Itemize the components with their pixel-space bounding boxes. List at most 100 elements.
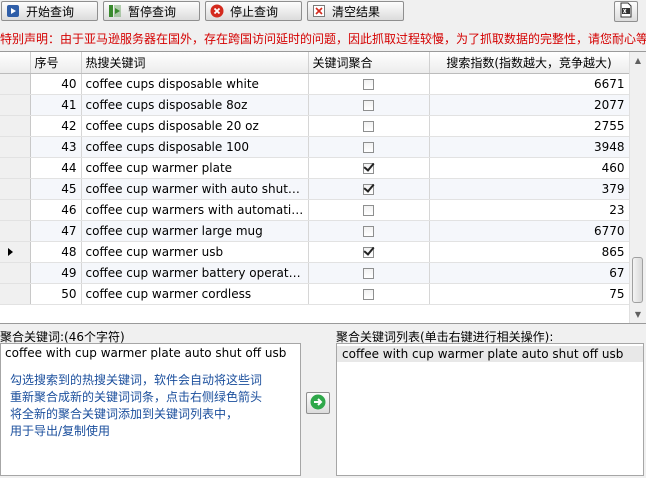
cell-seq: 40 [30, 73, 82, 95]
table-row[interactable]: 45 coffee cup warmer with auto shut off 37… [0, 178, 630, 200]
table-row[interactable]: 49 coffee cup warmer battery operated 67 [0, 262, 630, 284]
cell-seq: 49 [30, 262, 82, 284]
table-row[interactable]: 47 coffee cup warmer large mug 6770 [0, 220, 630, 242]
aggregate-checkbox[interactable] [363, 205, 374, 216]
cell-seq: 46 [30, 199, 82, 221]
cell-seq: 44 [30, 157, 82, 179]
aggregate-checkbox[interactable] [363, 142, 374, 153]
cell-aggregate [308, 199, 430, 221]
table-row[interactable]: 50 coffee cup warmer cordless 75 [0, 283, 630, 305]
pause-query-button[interactable]: 暂停查询 [103, 1, 200, 21]
list-item[interactable]: coffee with cup warmer plate auto shut o… [337, 346, 643, 362]
keyword-table: 序号 热搜关键词 关键词聚合 搜索指数(指数越大，竞争越大) 40 coffee … [0, 52, 630, 305]
export-excel-button[interactable] [614, 1, 638, 22]
aggregate-checkbox[interactable] [363, 226, 374, 237]
column-header-keyword[interactable]: 热搜关键词 [81, 52, 309, 74]
start-query-button[interactable]: 开始查询 [1, 1, 98, 21]
start-query-label: 开始查询 [26, 4, 75, 19]
cell-seq: 42 [30, 115, 82, 137]
table-row[interactable]: 41 coffee cups disposable 8oz 2077 [0, 94, 630, 116]
toolbar: 开始查询 暂停查询 停止查询 清空结果 [0, 0, 646, 24]
cell-seq: 47 [30, 220, 82, 242]
add-to-list-button[interactable] [306, 392, 330, 414]
vertical-scrollbar[interactable]: ▲ ▼ [629, 52, 646, 323]
cell-aggregate [308, 283, 430, 305]
row-selector[interactable] [0, 241, 31, 263]
row-selector[interactable] [0, 157, 31, 179]
cell-search-index: 3948 [429, 136, 630, 158]
row-selector[interactable] [0, 94, 31, 116]
notice-text: 特别声明：由于亚马逊服务器在国外，存在跨国访问延时的问题，因此抓取过程较慢，为了… [0, 32, 646, 46]
cell-search-index: 67 [429, 262, 630, 284]
aggregate-checkbox[interactable] [363, 163, 374, 174]
cell-aggregate [308, 157, 430, 179]
excel-export-icon [618, 2, 634, 21]
row-selector[interactable] [0, 136, 31, 158]
cell-seq: 41 [30, 94, 82, 116]
cell-aggregate [308, 136, 430, 158]
cell-seq: 48 [30, 241, 82, 263]
table-row[interactable]: 48 coffee cup warmer usb 865 [0, 241, 630, 263]
column-header-search-index[interactable]: 搜索指数(指数越大，竞争越大) [429, 52, 630, 74]
cell-aggregate [308, 73, 430, 95]
aggregate-checkbox[interactable] [363, 268, 374, 279]
cell-search-index: 379 [429, 178, 630, 200]
row-selector[interactable] [0, 115, 31, 137]
cell-search-index: 865 [429, 241, 630, 263]
table-row[interactable]: 46 coffee cup warmers with automatic s...… [0, 199, 630, 221]
pause-icon [108, 4, 122, 18]
cell-search-index: 6770 [429, 220, 630, 242]
cell-search-index: 2755 [429, 115, 630, 137]
keyword-grid: 序号 热搜关键词 关键词聚合 搜索指数(指数越大，竞争越大) 40 coffee … [0, 51, 646, 324]
aggregate-keyword-text: coffee with cup warmer plate auto shut o… [5, 346, 287, 360]
cell-aggregate [308, 220, 430, 242]
stop-query-label: 停止查询 [230, 4, 279, 19]
scroll-down-arrow-icon[interactable]: ▼ [630, 306, 646, 323]
clear-results-label: 清空结果 [332, 4, 381, 19]
cell-keyword: coffee cup warmer cordless [81, 283, 309, 305]
row-selector[interactable] [0, 199, 31, 221]
stop-query-button[interactable]: 停止查询 [205, 1, 302, 21]
cell-seq: 43 [30, 136, 82, 158]
row-selector[interactable] [0, 73, 31, 95]
stop-icon [210, 4, 224, 18]
row-selector[interactable] [0, 220, 31, 242]
row-selector[interactable] [0, 262, 31, 284]
aggregate-checkbox[interactable] [363, 289, 374, 300]
table-row[interactable]: 40 coffee cups disposable white 6671 [0, 73, 630, 95]
column-header-seq[interactable]: 序号 [30, 52, 82, 74]
keyword-list[interactable]: coffee with cup warmer plate auto shut o… [336, 343, 644, 476]
row-selector[interactable] [0, 283, 31, 305]
table-row[interactable]: 43 coffee cups disposable 100 3948 [0, 136, 630, 158]
cell-aggregate [308, 115, 430, 137]
aggregate-hint-text: 勾选搜索到的热搜关键词，软件会自动将这些词 重新聚合成新的关键词词条，点击右侧绿… [10, 373, 263, 438]
aggregate-keyword-textbox[interactable]: coffee with cup warmer plate auto shut o… [0, 343, 301, 476]
column-header-aggregate[interactable]: 关键词聚合 [308, 52, 430, 74]
cell-keyword: coffee cups disposable 20 oz [81, 115, 309, 137]
clear-icon [312, 4, 326, 18]
aggregate-checkbox[interactable] [363, 79, 374, 90]
cell-search-index: 23 [429, 199, 630, 221]
cell-aggregate [308, 241, 430, 263]
aggregate-checkbox[interactable] [363, 247, 374, 258]
clear-results-button[interactable]: 清空结果 [307, 1, 404, 21]
cell-keyword: coffee cup warmer with auto shut off [81, 178, 309, 200]
aggregate-checkbox[interactable] [363, 184, 374, 195]
aggregate-checkbox[interactable] [363, 100, 374, 111]
row-selector[interactable] [0, 178, 31, 200]
scrollbar-thumb[interactable] [632, 257, 643, 303]
pause-query-label: 暂停查询 [128, 4, 177, 19]
cell-keyword: coffee cups disposable 100 [81, 136, 309, 158]
current-row-pointer-icon [8, 248, 13, 256]
aggregate-checkbox[interactable] [363, 121, 374, 132]
cell-seq: 45 [30, 178, 82, 200]
green-arrow-right-icon [310, 394, 326, 413]
cell-keyword: coffee cup warmer large mug [81, 220, 309, 242]
table-row[interactable]: 44 coffee cup warmer plate 460 [0, 157, 630, 179]
cell-aggregate [308, 94, 430, 116]
table-row[interactable]: 42 coffee cups disposable 20 oz 2755 [0, 115, 630, 137]
cell-search-index: 2077 [429, 94, 630, 116]
scroll-up-arrow-icon[interactable]: ▲ [630, 52, 646, 69]
cell-keyword: coffee cup warmer usb [81, 241, 309, 263]
cell-search-index: 460 [429, 157, 630, 179]
